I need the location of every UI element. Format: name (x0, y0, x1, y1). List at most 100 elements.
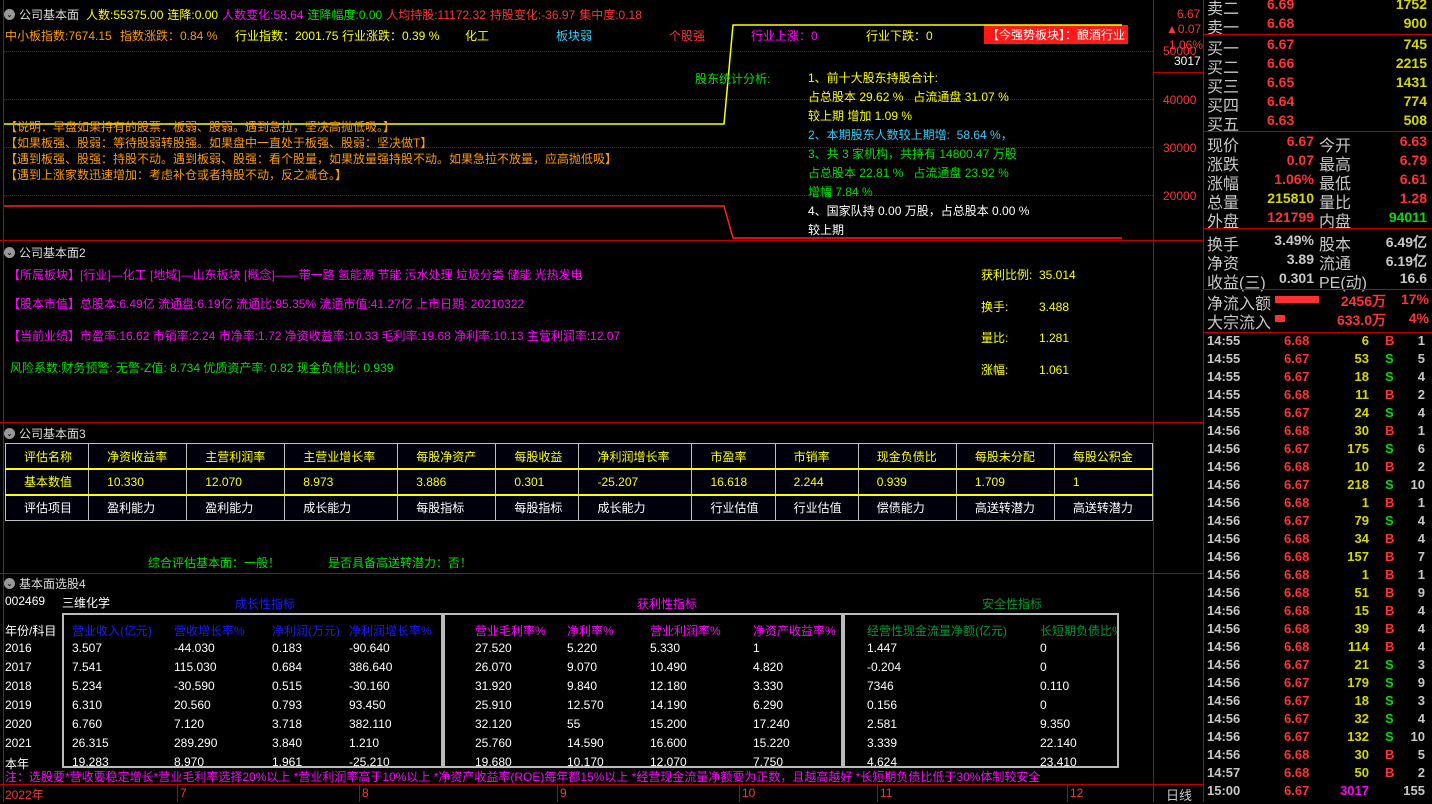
table-cell: 每股未分配 (955, 443, 1055, 470)
trade-row: 14:55 6.67 53 S 5 (1207, 351, 1425, 366)
holder-line: 占总股本 22.81 % 占流通盘 23.92 % (808, 166, 1009, 180)
table-cell: 25.760 (475, 736, 512, 750)
table-cell: 9.840 (567, 679, 598, 693)
trade-row: 14:56 6.67 179 S 9 (1207, 675, 1425, 690)
table-cell: 8.970 (174, 755, 205, 768)
risk-info: 风险系数:财务预警: 无警-Z值: 8.734 优质资产率: 0.82 现金负债… (10, 361, 394, 375)
quote-row: 总量 215810 量比 1.28 (1207, 190, 1427, 212)
orderbook-row[interactable]: 卖二 6.69 1752 (1205, 0, 1432, 18)
timeline-label: 11 (880, 786, 893, 800)
trade-row: 14:56 6.68 157 B 7 (1207, 549, 1425, 564)
axis-divider (1153, 0, 1154, 784)
trade-row: 14:56 6.67 32 S 4 (1207, 711, 1425, 726)
table-cell: 评估项目 (4, 494, 90, 521)
holder-line: 占总股本 29.62 % 占流通盘 31.07 % (808, 90, 1009, 104)
holder-line: 较上期 增加 1.09 % (808, 109, 913, 123)
orderbook-row[interactable]: 买二 6.66 2215 (1205, 55, 1432, 77)
table-cell: 14.190 (650, 698, 687, 712)
table-cell: 3.339 (867, 736, 898, 750)
divider (0, 422, 1203, 423)
table-cell: 每股指标 (495, 494, 580, 521)
table-cell: 19.680 (475, 755, 512, 768)
tick (557, 784, 558, 802)
table-cell: 行业估值 (691, 494, 776, 521)
table-cell: 10.170 (567, 755, 604, 768)
quote-row: 净资 3.89 流通 6.19亿 (1207, 251, 1427, 273)
trade-row: 14:56 6.68 1 B 1 (1207, 495, 1425, 510)
divider (1203, 228, 1432, 229)
indicator-group: 经营性现金流量净额(亿元) 长短期负债比% 1.447 0 -0.204 0 7346 0.1… (843, 613, 1119, 768)
holder-line: 1、前十大股东持股合计: (808, 71, 939, 85)
table-cell: 高送转潜力 (955, 494, 1055, 521)
table-cell: 3.718 (272, 717, 303, 731)
table-cell: 14.590 (567, 736, 604, 750)
table-cell: 1.961 (272, 755, 303, 768)
table-cell: 市盈率 (691, 443, 776, 470)
side-metrics: 获利比例: 35.014 换手: 3.488 量比: 1.281 涨幅: 1.061 (981, 266, 1076, 392)
panel3-header[interactable]: ⌄ 公司基本面3 (4, 425, 86, 442)
table-cell: 5.220 (567, 641, 598, 655)
table-cell: 7.750 (753, 755, 784, 768)
equity-info: 【股本市值】总股本:6.49亿 流通盘:6.19亿 流通比:95.35% 流通市… (8, 297, 525, 311)
overall-evaluation: 综合评估基本面：一般！ (148, 556, 281, 570)
orderbook-row[interactable]: 买四 6.64 774 (1205, 93, 1432, 115)
timeline-label: 2022年 (5, 788, 44, 802)
table-cell: -25.210 (349, 755, 390, 768)
quote-row: 涨跌 0.07 最高 6.79 (1207, 152, 1427, 174)
orderbook-row[interactable]: 买三 6.65 1431 (1205, 74, 1432, 96)
table-cell: -30.160 (349, 679, 390, 693)
table-cell: 每股收益 (495, 443, 580, 470)
trade-row: 14:55 6.67 18 S 4 (1207, 369, 1425, 384)
table-cell: 0 (1040, 641, 1047, 655)
column-header: 净资产收益率% (753, 624, 836, 638)
strategy-note: 【如果板强、股弱：等待股弱转股强。如果盘中一直处于板强、股弱：坚决做T】 (5, 136, 433, 150)
table-cell: 偿债能力 (857, 494, 957, 521)
orderbook-row[interactable]: 买五 6.63 508 (1205, 112, 1432, 134)
table-cell: 289.290 (174, 736, 218, 750)
trade-row: 14:56 6.67 218 S 10 (1207, 477, 1425, 492)
table-cell: 盈利能力 (88, 494, 188, 521)
side-metric: 获利比例: 35.014 (981, 268, 1076, 282)
table-cell: 93.450 (349, 698, 386, 712)
timeline-label: 10 (742, 786, 756, 800)
year-label: 2016 (5, 641, 32, 655)
trade-row: 14:56 6.68 34 B 4 (1207, 531, 1425, 546)
table-cell: 市销率 (774, 443, 859, 470)
orderbook-row[interactable]: 卖一 6.68 900 (1205, 15, 1432, 37)
panel2-header[interactable]: ⌄ 公司基本面2 (4, 244, 86, 261)
year-label: 2020 (5, 717, 32, 731)
table-cell: 0.515 (272, 679, 303, 693)
trade-row: 14:56 6.67 21 S 3 (1207, 657, 1425, 672)
table-cell: 386.640 (349, 660, 393, 674)
table-cell: 净资收益率 (88, 443, 188, 470)
right-panel-divider (1203, 0, 1204, 802)
side-metric: 换手: 3.488 (981, 299, 1070, 314)
panel4-header[interactable]: ⌄ 基本面选股4 (4, 575, 86, 592)
table-cell: 4.820 (753, 660, 784, 674)
indicator-group: 营业收入(亿元) 营收增长率% 净利润(万元) 净利润增长率% 3.507 -44.030… (62, 613, 443, 768)
orderbook-row[interactable]: 买一 6.67 745 (1205, 36, 1432, 58)
period-button[interactable]: 日线 (1166, 785, 1192, 804)
table-cell: -44.030 (174, 641, 215, 655)
group-title: 获利性指标 (637, 597, 698, 611)
table-cell: 1.709 (955, 468, 1055, 496)
tick (1067, 784, 1068, 802)
table-cell: 现金负债比 (857, 443, 957, 470)
table-cell: 每股公积金 (1053, 443, 1154, 470)
tick (877, 784, 878, 802)
evaluation-table: 评估名称 净资收益率 主营利润率 主营业增长率 每股净资产 每股收益 净利润增长率 市盈率 市销… (4, 443, 1154, 521)
collapse-icon[interactable]: ⌄ (4, 428, 15, 439)
collapse-icon[interactable]: ⌄ (4, 578, 15, 589)
table-cell: 7346 (867, 679, 894, 693)
table-cell: -30.590 (174, 679, 215, 693)
table-cell: 5.234 (72, 679, 103, 693)
tick (359, 784, 360, 802)
column-header: 营业收入(亿元) (72, 624, 152, 638)
year-label: 2018 (5, 679, 32, 693)
collapse-icon[interactable]: ⌄ (4, 247, 15, 258)
table-cell: 0 (1040, 698, 1047, 712)
trade-row: 14:56 6.67 18 S 3 (1207, 693, 1425, 708)
axis-tick: 30000 (1163, 141, 1197, 155)
indicator-group: 营业毛利率% 净利率% 营业利润率% 净资产收益率% 27.520 5.220 5.330 1… (443, 613, 843, 768)
table-cell: 6.310 (72, 698, 103, 712)
